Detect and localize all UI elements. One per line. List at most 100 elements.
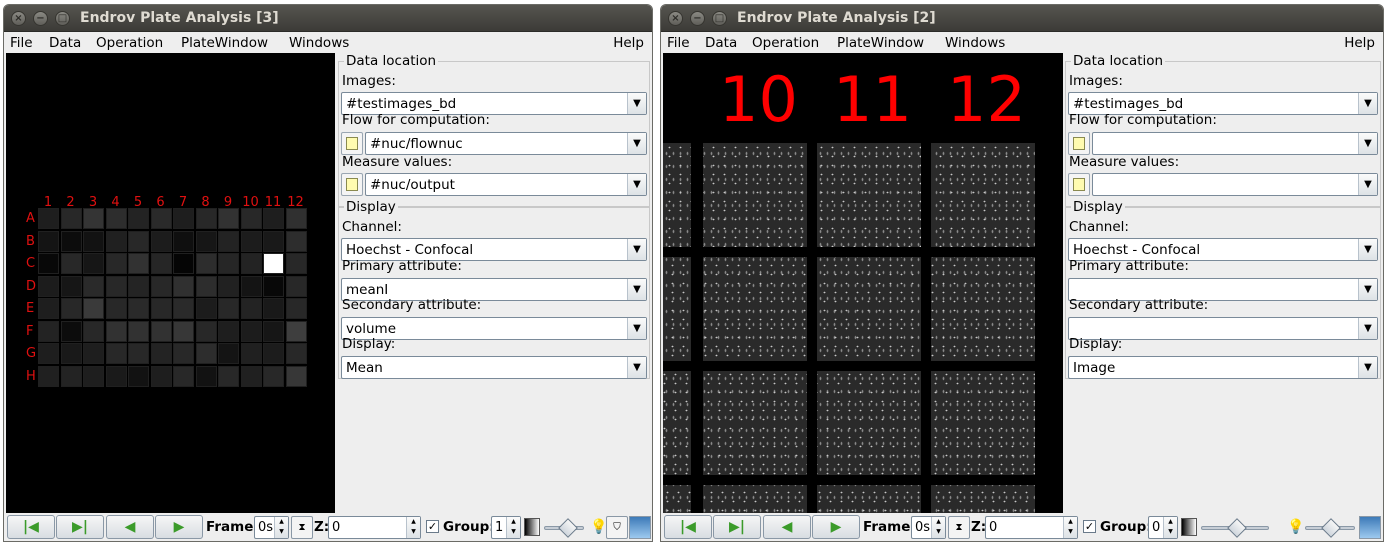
well-B9[interactable] (218, 230, 239, 252)
well-C8[interactable] (195, 253, 217, 274)
well-E4[interactable] (105, 298, 127, 319)
flow-note-button[interactable] (341, 132, 363, 155)
well-G12[interactable] (285, 343, 307, 364)
well-B6[interactable] (150, 230, 172, 252)
title-bar[interactable]: × − □ Endrov Plate Analysis [3] (4, 5, 652, 32)
well-image[interactable] (663, 257, 691, 361)
well-G5[interactable] (128, 343, 149, 364)
menu-windows[interactable]: Windows (289, 35, 349, 51)
well-H2[interactable] (60, 365, 82, 387)
well-E3[interactable] (83, 298, 104, 319)
well-image[interactable] (663, 371, 691, 475)
well-B8[interactable] (195, 230, 217, 252)
well-C10[interactable] (240, 253, 262, 274)
contrast-slider[interactable] (544, 518, 584, 538)
well-H11[interactable] (263, 365, 284, 387)
well-H10[interactable] (240, 365, 262, 387)
close-icon[interactable]: × (11, 11, 26, 26)
well-C3[interactable] (83, 253, 104, 274)
prev-frame-button[interactable]: ◀ (763, 515, 811, 539)
well-A9[interactable] (218, 208, 239, 229)
well-A8[interactable] (195, 208, 217, 229)
menu-help[interactable]: Help (1344, 35, 1375, 51)
well-G8[interactable] (195, 343, 217, 364)
display-combo[interactable]: Image ▼ (1068, 356, 1378, 379)
well-G1[interactable] (38, 343, 59, 364)
well-A1[interactable] (38, 208, 59, 229)
well-E12[interactable] (285, 298, 307, 319)
well-B4[interactable] (105, 230, 127, 252)
group-checkbox[interactable]: ✓ (1083, 520, 1096, 533)
well-D2[interactable] (60, 275, 82, 297)
well-D12[interactable] (285, 275, 307, 297)
first-frame-button[interactable]: |◀ (664, 515, 712, 539)
well-A12[interactable] (285, 208, 307, 229)
well-D8[interactable] (195, 275, 217, 297)
well-D11[interactable] (263, 275, 284, 297)
well-B1[interactable] (38, 230, 59, 252)
well-H8[interactable] (195, 365, 217, 387)
measure-combo[interactable]: #nuc/output ▼ (365, 173, 647, 196)
prev-frame-button[interactable]: ◀ (106, 515, 154, 539)
menu-data[interactable]: Data (49, 35, 81, 51)
well-C12[interactable] (285, 253, 307, 274)
well-E1[interactable] (38, 298, 59, 319)
well-image[interactable] (817, 485, 921, 515)
well-H9[interactable] (218, 365, 239, 387)
image-icon[interactable] (629, 516, 651, 539)
well-image[interactable] (703, 257, 807, 361)
chevron-down-icon[interactable]: ▼ (1358, 174, 1377, 195)
well-H5[interactable] (128, 365, 149, 387)
chevron-down-icon[interactable]: ▼ (627, 239, 646, 260)
spinner-arrows-icon[interactable]: ▲ ▼ (931, 517, 945, 538)
well-G7[interactable] (173, 343, 194, 364)
chevron-down-icon[interactable]: ▼ (627, 318, 646, 339)
frame-format-button[interactable]: ⧗ (291, 516, 313, 539)
well-B3[interactable] (83, 230, 104, 252)
slider-thumb[interactable] (558, 518, 578, 538)
well-F11[interactable] (263, 320, 284, 342)
well-image[interactable] (931, 371, 1035, 475)
plate-image-view[interactable]: 10 11 12 (663, 53, 1063, 515)
close-icon[interactable]: × (668, 11, 683, 26)
spinner-arrows-icon[interactable]: ▲ ▼ (506, 517, 520, 538)
chevron-down-icon[interactable]: ▼ (1358, 133, 1377, 154)
well-B10[interactable] (240, 230, 262, 252)
well-A2[interactable] (60, 208, 82, 229)
well-E6[interactable] (150, 298, 172, 319)
well-C11[interactable] (263, 253, 284, 274)
well-image[interactable] (931, 485, 1035, 515)
menu-platewindow[interactable]: PlateWindow (181, 35, 268, 51)
frame-format-button[interactable]: ⧗ (948, 516, 970, 539)
shield-icon[interactable]: ⛉ (606, 516, 628, 539)
well-F10[interactable] (240, 320, 262, 342)
well-C2[interactable] (60, 253, 82, 274)
well-B12[interactable] (285, 230, 307, 252)
well-image[interactable] (703, 371, 807, 475)
z-spinner[interactable]: 0 ▲ ▼ (985, 516, 1078, 539)
well-H4[interactable] (105, 365, 127, 387)
well-G9[interactable] (218, 343, 239, 364)
well-C7[interactable] (173, 253, 194, 274)
chevron-down-icon[interactable]: ▼ (627, 174, 646, 195)
well-F1[interactable] (38, 320, 59, 342)
spinner-arrows-icon[interactable]: ▲ ▼ (1163, 517, 1177, 538)
chevron-down-icon[interactable]: ▼ (1358, 318, 1377, 339)
measure-note-button[interactable] (1068, 173, 1090, 196)
last-frame-button[interactable]: ▶| (56, 515, 104, 539)
group-spinner[interactable]: 0 ▲ ▼ (1148, 516, 1178, 539)
menu-data[interactable]: Data (705, 35, 737, 51)
brightness-slider[interactable] (1305, 518, 1355, 538)
well-G4[interactable] (105, 343, 127, 364)
chevron-down-icon[interactable]: ▼ (1358, 93, 1377, 114)
well-image[interactable] (817, 143, 921, 247)
spinner-arrows-icon[interactable]: ▲ ▼ (406, 517, 420, 538)
well-C9[interactable] (218, 253, 239, 274)
chevron-down-icon[interactable]: ▼ (627, 279, 646, 300)
flow-note-button[interactable] (1068, 132, 1090, 155)
well-E10[interactable] (240, 298, 262, 319)
well-E8[interactable] (195, 298, 217, 319)
measure-combo[interactable]: ▼ (1092, 173, 1378, 196)
menu-help[interactable]: Help (613, 35, 644, 51)
well-A6[interactable] (150, 208, 172, 229)
